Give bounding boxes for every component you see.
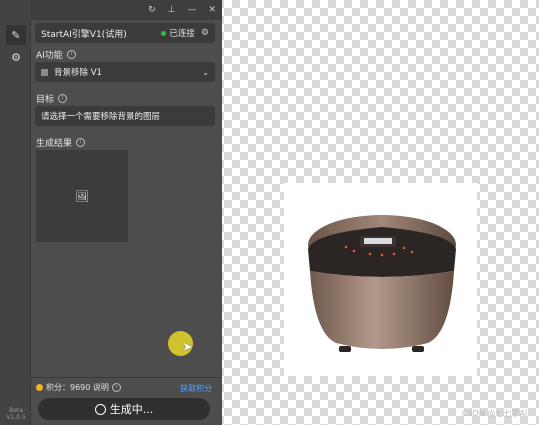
panel-content: StartAI引擎V1(试用) 已连接 ⚙ AI功能 i 背景移除 V1 ⌄ 目…	[30, 20, 222, 425]
plugin-panel: ✎ ⚙ Beta V1.0.5 ↻ ⊥ — ✕ StartAI引擎V1(试用) …	[0, 0, 222, 425]
rice-cooker-illustration	[308, 215, 456, 352]
engine-settings-icon[interactable]: ⚙	[201, 28, 209, 38]
spinner-icon	[94, 403, 106, 415]
status-text: 已连接	[169, 29, 195, 39]
version-label: V1.0.5	[6, 414, 26, 421]
close-icon[interactable]: ✕	[208, 5, 216, 15]
coin-icon	[36, 384, 43, 391]
panel-toolbar: ↻ ⊥ — ✕	[30, 0, 222, 20]
info-icon[interactable]: i	[76, 138, 86, 147]
beta-version: Beta V1.0.5	[6, 407, 26, 421]
status-dot	[161, 30, 167, 36]
get-credits-link[interactable]: 获取积分	[180, 383, 212, 394]
watermark: CSDN @七七学AI	[462, 409, 528, 418]
info-icon[interactable]: i	[66, 50, 76, 59]
credits-text: 积分：9690 说明	[46, 383, 109, 392]
credits-info: 积分：9690 说明 i	[36, 382, 121, 393]
target-label: 目标	[36, 95, 55, 105]
refresh-icon[interactable]: ↻	[148, 5, 156, 15]
info-icon[interactable]: i	[58, 94, 68, 103]
ai-function-label: AI功能	[36, 51, 63, 61]
ai-function-select[interactable]: 背景移除 V1 ⌄	[35, 62, 215, 82]
chevron-down-icon: ⌄	[202, 67, 209, 77]
left-rail: ✎ ⚙ Beta V1.0.5	[0, 0, 31, 425]
target-field[interactable]: 请选择一个需要移除背景的图层	[35, 106, 215, 126]
product-image	[284, 183, 477, 376]
engine-header: StartAI引擎V1(试用) 已连接 ⚙	[35, 23, 215, 43]
image-icon: 🖼	[75, 189, 89, 203]
function-icon	[41, 68, 48, 76]
gear-icon[interactable]: ⚙	[6, 47, 26, 67]
target-value: 请选择一个需要移除背景的图层	[41, 112, 161, 122]
info-icon[interactable]: i	[111, 383, 121, 392]
divider	[30, 377, 222, 378]
target-label-row: 目标 i	[36, 92, 68, 105]
ai-function-label-row: AI功能 i	[36, 48, 76, 61]
result-preview[interactable]: 🖼	[36, 150, 128, 242]
pin-icon[interactable]: ⊥	[168, 5, 176, 15]
pencil-icon[interactable]: ✎	[6, 25, 26, 45]
generate-button[interactable]: 生成中...	[38, 398, 210, 420]
cursor-arrow-icon: ➤	[182, 340, 193, 355]
beta-label: Beta	[9, 407, 23, 414]
result-label-row: 生成结果 i	[36, 136, 86, 149]
engine-name: StartAI引擎V1(试用)	[41, 29, 127, 40]
minimize-icon[interactable]: —	[187, 5, 196, 15]
generate-label: 生成中...	[109, 403, 154, 416]
ai-function-value: 背景移除 V1	[54, 68, 102, 78]
result-label: 生成结果	[36, 139, 73, 149]
